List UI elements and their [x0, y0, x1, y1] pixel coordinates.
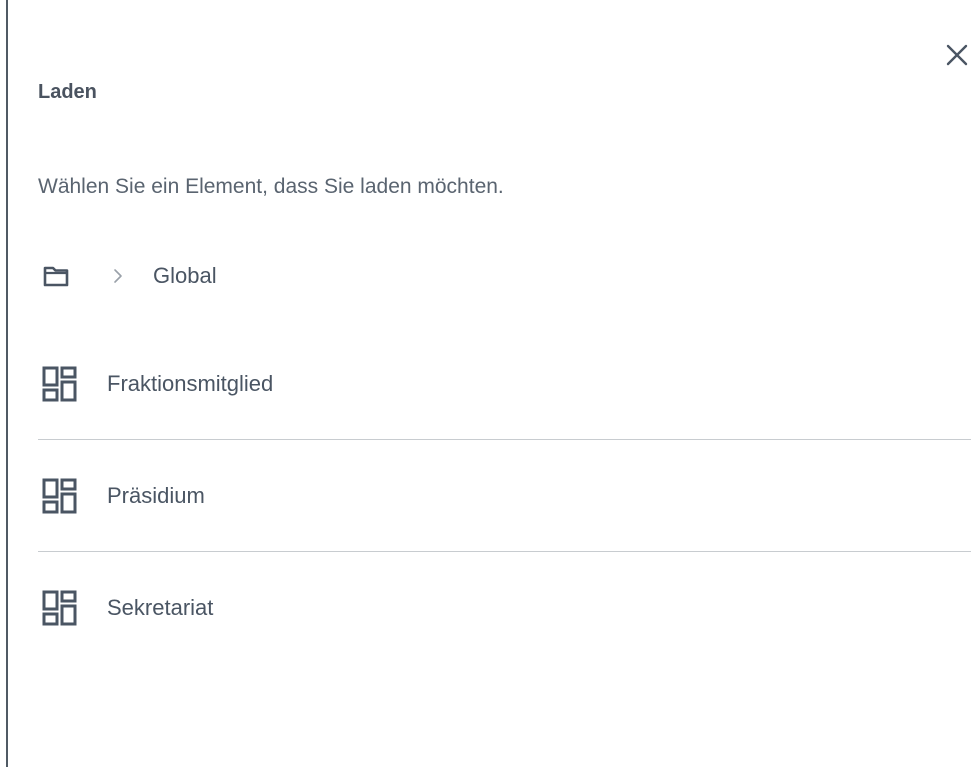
list-item-label: Präsidium — [107, 482, 205, 508]
dashboard-icon — [38, 586, 82, 630]
close-icon — [946, 44, 968, 66]
list-item[interactable]: Präsidium — [38, 440, 971, 551]
item-list: Fraktionsmitglied Präsidium Sekretariat — [38, 329, 971, 663]
dashboard-icon — [38, 474, 82, 518]
breadcrumb: Global — [38, 258, 217, 294]
list-item[interactable]: Sekretariat — [38, 552, 971, 663]
folder-icon — [43, 266, 69, 287]
dialog-subtitle: Wählen Sie ein Element, dass Sie laden m… — [38, 175, 504, 198]
list-item-label: Fraktionsmitglied — [107, 371, 274, 396]
list-item-label: Sekretariat — [107, 594, 214, 620]
load-dialog: Laden Wählen Sie ein Element, dass Sie l… — [8, 0, 971, 767]
chevron-right-icon — [110, 266, 126, 286]
dialog-title: Laden — [38, 81, 97, 103]
breadcrumb-current[interactable]: Global — [153, 263, 217, 289]
list-item[interactable]: Fraktionsmitglied — [38, 329, 971, 439]
breadcrumb-root-button[interactable] — [38, 258, 74, 294]
close-button[interactable] — [942, 40, 971, 70]
dashboard-icon — [38, 362, 82, 406]
